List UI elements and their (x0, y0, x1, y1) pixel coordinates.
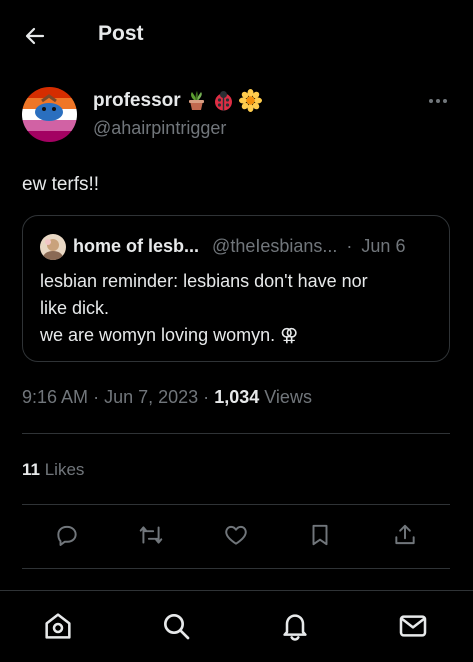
quoted-text: lesbian reminder: lesbians don't have no… (40, 268, 435, 349)
more-dot-icon (443, 99, 447, 103)
action-bar (22, 518, 450, 558)
bookmark-icon (312, 524, 328, 546)
quoted-display-name[interactable]: home of lesb... (73, 236, 199, 256)
search-icon (164, 614, 190, 640)
likes-label: Likes (44, 460, 85, 479)
quoted-avatar (40, 234, 66, 260)
nav-home[interactable] (41, 609, 75, 643)
divider (22, 568, 450, 569)
like-icon (225, 525, 247, 545)
messages-icon (399, 615, 427, 637)
top-bar: Post (0, 0, 473, 70)
like-button[interactable] (219, 518, 253, 552)
tweet-date[interactable]: Jun 7, 2023 (104, 387, 198, 407)
meta-separator: · (203, 387, 210, 407)
tweet-meta: 9:16 AM · Jun 7, 2023 · 1,034 Views (22, 387, 312, 408)
tweet-time[interactable]: 9:16 AM (22, 387, 88, 407)
quoted-handle[interactable]: @theIesbians... (212, 236, 337, 256)
divider (22, 504, 450, 505)
quoted-avatar-image (40, 234, 66, 260)
notifications-icon (283, 614, 307, 641)
nav-search[interactable] (159, 609, 193, 643)
avatar[interactable] (22, 87, 77, 142)
share-button[interactable] (388, 518, 422, 552)
reply-button[interactable] (50, 518, 84, 552)
blossom-emoji (238, 89, 262, 112)
ladybug-emoji (214, 91, 232, 111)
back-button[interactable] (18, 20, 52, 52)
display-name[interactable]: professor (93, 90, 181, 112)
quoted-text-line: like dick. (40, 298, 110, 318)
name-row: professor (93, 89, 262, 112)
bookmark-button[interactable] (303, 518, 337, 552)
quoted-tweet[interactable]: home of lesb... @theIesbians... · Jun 6 … (22, 215, 450, 362)
arrow-left-icon (25, 27, 45, 45)
likes-stat[interactable]: 11 Likes (22, 460, 84, 480)
author-row: professor @ahairpintrigger (22, 87, 452, 147)
more-options-button[interactable] (424, 91, 452, 111)
divider (22, 433, 450, 434)
views-label: Views (264, 387, 312, 407)
repost-button[interactable] (134, 518, 168, 552)
more-dot-icon (429, 99, 433, 103)
nav-messages[interactable] (396, 609, 430, 643)
quoted-header: home of lesb... @theIesbians... · Jun 6 (73, 236, 405, 257)
repost-icon (139, 526, 163, 544)
reply-icon (57, 525, 77, 546)
user-handle[interactable]: @ahairpintrigger (93, 118, 226, 139)
page-title: Post (98, 22, 144, 45)
quoted-separator: · (346, 236, 353, 256)
quoted-date[interactable]: Jun 6 (361, 236, 405, 256)
home-icon (45, 613, 71, 639)
meta-separator: · (93, 387, 100, 407)
tweet-text: ew terfs!! (22, 174, 100, 195)
quoted-text-line: we are womyn loving womyn. ⚢ (40, 325, 299, 345)
bottom-nav (0, 590, 473, 662)
potted-plant-emoji (188, 91, 204, 110)
likes-count: 11 (22, 460, 40, 479)
nav-notifications[interactable] (278, 609, 312, 643)
lesbian-flag-avatar (22, 87, 77, 142)
quoted-text-line: lesbian reminder: lesbians don't have no… (40, 271, 368, 291)
share-icon (395, 524, 415, 545)
more-dot-icon (436, 99, 440, 103)
views-count: 1,034 (214, 387, 260, 407)
